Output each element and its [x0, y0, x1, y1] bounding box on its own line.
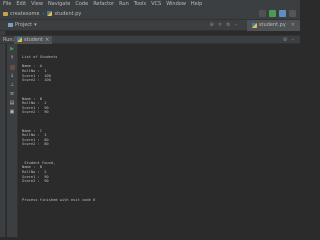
- target-icon[interactable]: ⊕: [210, 22, 214, 28]
- menu-item-tools[interactable]: Tools: [134, 0, 146, 8]
- gear-icon[interactable]: ⚙: [283, 37, 287, 43]
- gear-icon[interactable]: ⚙: [226, 22, 230, 28]
- pin-icon[interactable]: ⊥: [10, 83, 15, 88]
- wrap-icon[interactable]: ≡: [10, 92, 15, 97]
- menu-item-view[interactable]: View: [31, 0, 43, 8]
- search-icon[interactable]: [289, 10, 296, 17]
- run-config-icon[interactable]: [259, 10, 266, 17]
- close-icon[interactable]: ×: [291, 22, 295, 28]
- run-panel-label: Run:: [3, 36, 15, 43]
- chevron-down-icon: ▾: [34, 22, 37, 28]
- project-panel-actions: ⊕ ≑ ⚙ –: [210, 22, 247, 28]
- hide-icon[interactable]: –: [292, 37, 295, 43]
- print-icon[interactable]: ▤: [10, 101, 15, 106]
- folder-icon: [3, 11, 8, 16]
- breadcrumb-project[interactable]: createsome: [3, 11, 39, 17]
- trash-icon[interactable]: ▣: [10, 110, 15, 115]
- project-panel-selector[interactable]: Project ▾: [0, 22, 118, 28]
- python-file-icon: [17, 37, 22, 42]
- menu-item-edit[interactable]: Edit: [16, 0, 26, 8]
- run-icon[interactable]: [269, 10, 276, 17]
- close-icon[interactable]: ×: [45, 37, 49, 43]
- breadcrumb-separator: ›: [42, 10, 45, 17]
- run-tab-label: student: [24, 36, 44, 43]
- stop-icon[interactable]: [9, 65, 15, 70]
- debug-icon[interactable]: [279, 10, 286, 17]
- project-icon: [8, 23, 13, 27]
- menu-bar: File Edit View Navigate Code Refactor Run Tools…: [0, 0, 300, 8]
- scroll-up-icon[interactable]: ↑: [10, 56, 15, 61]
- run-panel-header: Run: student × ⚙ –: [0, 35, 300, 44]
- run-panel-gutter: ▶ ↑ ↓ ⊥ ≡ ▤ ▣: [7, 44, 18, 237]
- rerun-icon[interactable]: ▶: [10, 47, 15, 52]
- tool-window-header: Project ▾ ⊕ ≑ ⚙ – student.py ×: [0, 19, 300, 31]
- run-toolbar: [259, 10, 296, 17]
- menu-item-help[interactable]: Help: [191, 0, 202, 8]
- navigation-bar: createsome › student.py: [0, 8, 300, 20]
- breadcrumb-file-label: student.py: [54, 10, 82, 17]
- menu-item-window[interactable]: Window: [166, 0, 186, 8]
- editor-tab-label: student.py: [258, 22, 286, 28]
- python-file-icon: [251, 22, 257, 28]
- menu-item-file[interactable]: File: [3, 0, 11, 8]
- project-panel-label: Project: [15, 22, 33, 28]
- menu-item-vcs[interactable]: VCS: [151, 0, 161, 8]
- menu-item-refactor[interactable]: Refactor: [93, 0, 114, 8]
- breadcrumb-file[interactable]: student.py: [47, 11, 81, 17]
- run-panel-actions: ⚙ –: [283, 37, 300, 43]
- menu-item-run[interactable]: Run: [119, 0, 129, 8]
- run-tab-student[interactable]: student ×: [14, 35, 53, 44]
- left-tool-strip: [0, 20, 6, 237]
- menu-item-navigate[interactable]: Navigate: [48, 0, 70, 8]
- hide-icon[interactable]: –: [234, 22, 237, 28]
- scroll-down-icon[interactable]: ↓: [10, 74, 15, 79]
- editor-tab-student[interactable]: student.py ×: [246, 19, 300, 31]
- console-line: Process finished with exit code 0: [22, 197, 96, 202]
- menu-item-code[interactable]: Code: [75, 0, 88, 8]
- console-output[interactable]: List of Students Name : A RollNo : 1 Score1…: [22, 46, 298, 236]
- collapse-icon[interactable]: ≑: [218, 22, 222, 28]
- breadcrumb-project-label: createsome: [10, 10, 40, 17]
- python-file-icon: [47, 11, 53, 16]
